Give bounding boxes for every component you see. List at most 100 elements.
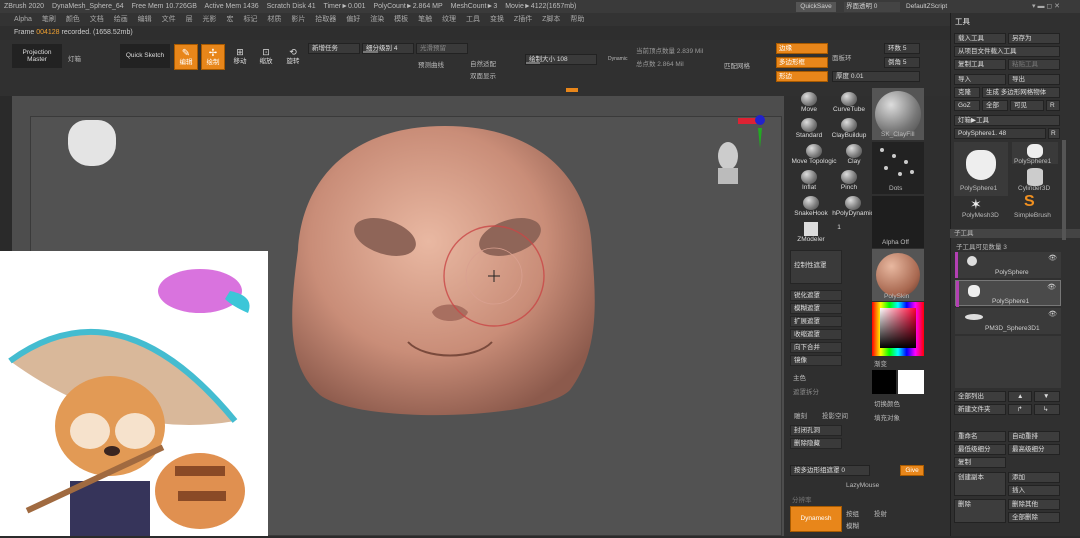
list-all-button[interactable]: 全部列出	[954, 391, 1006, 402]
merge-down-button[interactable]: 向下合并	[790, 342, 842, 353]
brush-polydynamic[interactable]: hPolyDynamic	[832, 196, 874, 217]
tray-scrollbar[interactable]	[1062, 140, 1066, 240]
menu-texture[interactable]: 纹理	[442, 16, 456, 23]
close-holes-button[interactable]: 封闭孔洞	[790, 425, 842, 436]
load-from-project-button[interactable]: 从项目文件载入工具	[954, 46, 1060, 57]
project-space-label[interactable]: 投影空间	[822, 410, 848, 420]
focal-adapt-button[interactable]: 自然适配	[470, 58, 496, 68]
goz-button[interactable]: GoZ	[954, 100, 980, 111]
menu-marker[interactable]: 标记	[243, 16, 257, 23]
quicksave-button[interactable]: QuickSave	[796, 2, 836, 12]
new-folder-button[interactable]: 新建文件夹	[954, 404, 1006, 415]
main-color-swatch[interactable]	[898, 370, 924, 394]
menu-stencil[interactable]: 模板	[394, 16, 408, 23]
sharpen-mask-button[interactable]: 锐化遮罩	[790, 290, 842, 301]
menu-color[interactable]: 颜色	[66, 16, 80, 23]
delete-all-button[interactable]: 全部删除	[1008, 512, 1060, 523]
subtool-item-polysphere1[interactable]: PolySphere1 👁	[955, 280, 1061, 307]
menu-edit[interactable]: 编辑	[138, 16, 152, 23]
edit-button[interactable]: ✎ 编辑	[174, 44, 198, 70]
switch-color-button[interactable]: 切换颜色	[874, 398, 900, 408]
load-tool-button[interactable]: 载入工具	[954, 33, 1006, 44]
copy-tool-button[interactable]: 复制工具	[954, 59, 1006, 70]
window-controls[interactable]: ▾ ▬ ◻ ✕	[1032, 2, 1076, 12]
mask-by-control-button[interactable]: 控制性遮罩	[790, 250, 842, 284]
face-ring-button[interactable]: 面板环	[832, 52, 852, 62]
menu-brush[interactable]: 笔刷	[42, 16, 56, 23]
navigation-gizmo[interactable]	[710, 112, 772, 188]
mask-by-polygroup-slider[interactable]: 按多边形组遮罩 0	[790, 465, 870, 476]
menu-draw[interactable]: 绘画	[114, 16, 128, 23]
brush-claybuildup[interactable]: ClayBuildup	[828, 118, 870, 139]
rotate-button[interactable]: ⟲ 旋转	[283, 46, 303, 68]
secondary-color-swatch[interactable]	[872, 370, 896, 394]
simplebrush-icon[interactable]: S	[1024, 193, 1035, 211]
edge2-button[interactable]: 形边	[776, 71, 828, 82]
paste-tool-button[interactable]: 粘贴工具	[1008, 59, 1060, 70]
rename-button[interactable]: 重命名	[954, 431, 1006, 442]
lightbox-tools-button[interactable]: 灯箱▶工具	[954, 115, 1060, 126]
color-picker[interactable]	[872, 302, 924, 356]
sculpt-head-model[interactable]	[270, 120, 620, 430]
subtool-visibility-icon[interactable]: 👁	[1048, 254, 1057, 262]
menu-file[interactable]: 文件	[162, 16, 176, 23]
polyframe-button[interactable]: 多边形框	[776, 57, 828, 68]
delete-button[interactable]: 删除	[954, 499, 1006, 523]
save-as-button[interactable]: 另存为	[1008, 33, 1060, 44]
mirror-button[interactable]: 镜像	[790, 355, 842, 366]
menu-document[interactable]: 文档	[90, 16, 104, 23]
ui-transparency-slider[interactable]: 界面透明 0	[844, 2, 900, 12]
subdiv-slider[interactable]: 细分级别 4	[362, 43, 414, 54]
move-up-icon[interactable]: ↱	[1008, 404, 1032, 415]
menu-macro[interactable]: 宏	[226, 16, 233, 23]
brush-standard[interactable]: Standard	[790, 118, 828, 139]
menu-help[interactable]: 帮助	[570, 16, 584, 23]
arrow-down-icon[interactable]: ▼	[1034, 391, 1060, 402]
group-toggle[interactable]: 按组	[846, 508, 859, 518]
subtool-section-header[interactable]: 子工具	[950, 229, 1080, 238]
auto-reorder-button[interactable]: 自动重排	[1008, 431, 1060, 442]
append-button[interactable]: 添加	[1008, 472, 1060, 483]
draw-button[interactable]: ✢ 绘制	[201, 44, 225, 70]
project-toggle[interactable]: 投射	[874, 508, 887, 518]
gradient-label[interactable]: 渐变	[874, 358, 887, 368]
polymesh-star-icon[interactable]: ✶	[970, 196, 982, 213]
blur-mask-button[interactable]: 模糊遮罩	[790, 303, 842, 314]
edge-button[interactable]: 边缘	[776, 43, 828, 54]
projection-master-button[interactable]: Projection Master	[12, 44, 62, 68]
match-mesh-button[interactable]: 匹配网格	[724, 60, 750, 70]
menu-render[interactable]: 渲染	[370, 16, 384, 23]
menu-light[interactable]: 光影	[203, 16, 217, 23]
create-copy-button[interactable]: 创建副本	[954, 472, 1006, 496]
shrink-mask-button[interactable]: 收缩遮罩	[790, 329, 842, 340]
all-low-button[interactable]: 最低级细分	[954, 444, 1006, 455]
all-high-button[interactable]: 最高级细分	[1008, 444, 1060, 455]
arrow-up-icon[interactable]: ▲	[1008, 391, 1032, 402]
lightbox-button[interactable]: 灯箱	[68, 53, 81, 63]
menu-preferences[interactable]: 偏好	[346, 16, 360, 23]
give-button[interactable]: Give	[900, 465, 924, 476]
move-button[interactable]: ⊞ 移动	[230, 46, 250, 68]
double-sided-button[interactable]: 双面显示	[470, 70, 496, 80]
brush-pinch[interactable]: Pinch	[828, 170, 870, 191]
quick-sketch-button[interactable]: Quick Sketch	[120, 44, 170, 68]
brush-move-topologic[interactable]: Move Topologic	[790, 144, 838, 165]
menu-material[interactable]: 材质	[267, 16, 281, 23]
scale-button[interactable]: ⊡ 缩放	[256, 46, 276, 68]
predict-curve-button[interactable]: 预测曲线	[418, 59, 444, 69]
sculpt-label[interactable]: 雕刻	[794, 410, 807, 420]
lazymouse-label[interactable]: LazyMouse	[846, 482, 879, 489]
brush-zmodeler[interactable]: ZModeler	[790, 222, 832, 243]
dynamesh-button[interactable]: Dynamesh	[790, 506, 842, 532]
subtool-visibility-icon[interactable]: 👁	[1048, 310, 1057, 318]
menu-alpha[interactable]: Alpha	[14, 16, 32, 23]
brush-inflat[interactable]: Inflat	[790, 170, 828, 191]
brush-move[interactable]: Move	[790, 92, 828, 113]
export-button[interactable]: 导出	[1008, 74, 1060, 85]
menu-transform[interactable]: 变换	[490, 16, 504, 23]
grow-mask-button[interactable]: 扩展遮罩	[790, 316, 842, 327]
delete-other-button[interactable]: 删除其他	[1008, 499, 1060, 510]
import-button[interactable]: 导入	[954, 74, 1006, 85]
duplicate-button[interactable]: 复制	[954, 457, 1006, 468]
goz-all-button[interactable]: 全部	[982, 100, 1008, 111]
